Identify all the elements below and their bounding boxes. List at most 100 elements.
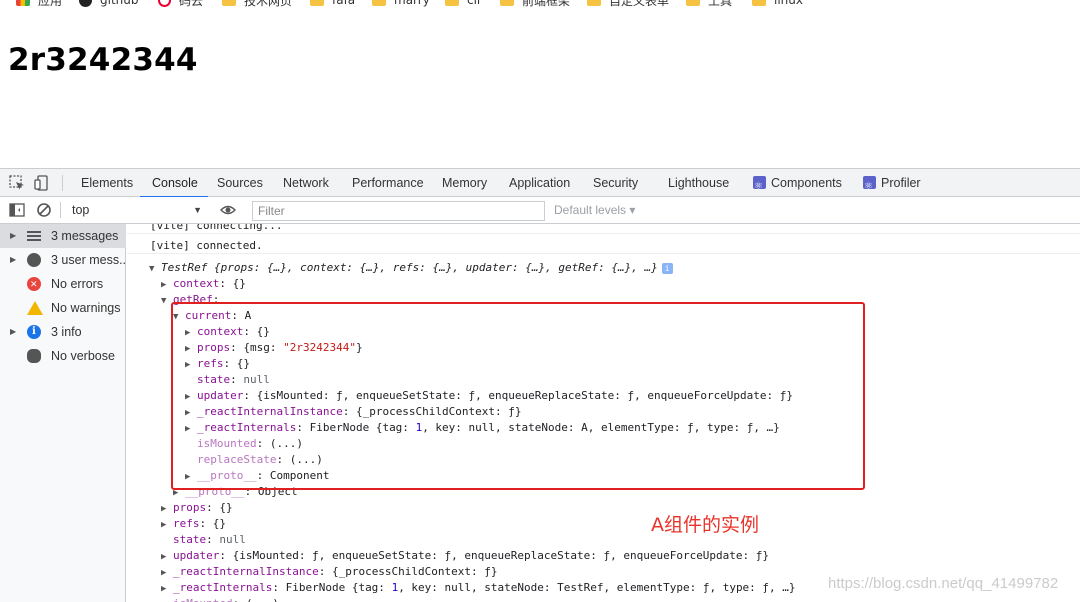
console-sidebar: ▶3 messages ▶3 user mess... No errors No… [0,224,126,602]
log-levels-select[interactable]: Default levels ▾ [554,197,635,224]
prop-getref-proto[interactable]: ▶ __proto__: Object [173,484,298,500]
user-icon [27,253,41,267]
bookmark-folder[interactable]: marry [372,0,430,8]
tab-performance[interactable]: Performance [352,169,424,197]
tab-components-label: Components [771,176,842,190]
prop-inner-react-internals[interactable]: ▶ _reactInternals: FiberNode {tag: 1, key… [185,420,780,436]
prop-inner-context[interactable]: ▶ context: {} [185,324,270,340]
tab-sources[interactable]: Sources [217,169,263,197]
folder-icon [222,0,236,6]
bookmark-folder[interactable]: 前端框架 [500,0,570,8]
prop-refs[interactable]: ▶ refs: {} [161,516,226,532]
object-preview: {props: {…}, context: {…}, refs: {…}, up… [213,261,658,274]
collapsed-arrow-icon: ▶ [185,424,191,434]
prop-inner-proto[interactable]: ▶ __proto__: Component [185,468,329,484]
github-icon [79,0,92,7]
watermark: https://blog.csdn.net/qq_41499782 [828,575,1059,592]
object-class-name: TestRef [161,261,208,274]
sidebar-item-errors[interactable]: No errors [0,272,126,296]
prop-context[interactable]: ▶ context: {} [161,276,246,292]
sidebar-toggle-icon[interactable] [9,202,25,218]
prop-inner-updater[interactable]: ▶ updater: {isMounted: ƒ, enqueueSetState… [185,388,793,404]
console-message: [vite] connected. [127,238,1080,254]
collapsed-arrow-icon: ▶ [185,472,191,482]
folder-icon [310,0,324,6]
collapsed-arrow-icon: ▶ [185,408,191,418]
tab-memory[interactable]: Memory [442,169,487,197]
info-icon [27,320,41,344]
console-toolbar: top ▼ Filter Default levels ▾ [0,197,1080,224]
react-icon [863,173,876,201]
page-title: 2r3242344 [8,42,198,78]
bookmark-folder[interactable]: cli [445,0,480,8]
collapsed-arrow-icon: ▶ [161,504,167,514]
clear-console-icon[interactable] [36,202,52,218]
tab-application[interactable]: Application [509,169,570,197]
bookmark-apps[interactable]: 应用 [16,0,62,8]
eye-icon[interactable] [220,202,236,218]
collapsed-arrow-icon: ▶ [185,392,191,402]
collapsed-arrow-icon: ▶ [173,488,179,498]
bookmark-github[interactable]: github [79,0,138,8]
console-filter-input[interactable]: Filter [252,201,545,221]
folder-icon [686,0,700,6]
inspect-element-icon[interactable] [9,175,25,191]
sidebar-item-info[interactable]: ▶3 info [0,320,126,344]
prop-inner-props[interactable]: ▶ props: {msg: "2r3242344"} [185,340,363,356]
bookmark-folder[interactable]: 技术网页 [222,0,292,8]
tab-elements[interactable]: Elements [81,169,133,197]
expanded-arrow-icon: ▼ [149,264,155,274]
info-badge-icon[interactable]: i [661,263,673,274]
expand-arrow-icon: ▶ [10,327,17,336]
react-icon [753,173,766,201]
context-select-value: top [72,203,90,217]
collapsed-arrow-icon: ▶ [161,280,167,290]
console-output: [vite] connecting... [vite] connected. ▼… [127,224,1080,602]
dropdown-arrow-icon: ▼ [193,205,202,215]
tab-console[interactable]: Console [140,169,208,198]
prop-inner-is-mounted[interactable]: isMounted: (...) [197,436,303,452]
prop-react-internal-instance[interactable]: ▶ _reactInternalInstance: {_processChildC… [161,564,498,580]
context-select[interactable]: top ▼ [66,201,206,220]
bookmarks-bar: 应用 github 码云 技术网页 fafa marry cli 前端框架 自定… [0,0,1080,8]
devtools-tabbar: Elements Console Sources Network Perform… [0,169,1080,201]
object-root[interactable]: ▼ TestRef {props: {…}, context: {…}, refs… [149,260,673,276]
prop-inner-refs[interactable]: ▶ refs: {} [185,356,250,372]
prop-is-mounted[interactable]: isMounted: (...) [173,596,279,602]
device-toolbar-icon[interactable] [34,175,50,191]
bookmark-folder[interactable]: linux [752,0,803,8]
tab-lighthouse[interactable]: Lighthouse [668,169,729,197]
collapsed-arrow-icon: ▶ [161,584,167,594]
prop-inner-react-internal-instance[interactable]: ▶ _reactInternalInstance: {_processChildC… [185,404,522,420]
prop-inner-replace-state[interactable]: replaceState: (...) [197,452,323,468]
sidebar-item-warnings[interactable]: No warnings [0,296,126,320]
prop-react-internals[interactable]: ▶ _reactInternals: FiberNode {tag: 1, key… [161,580,796,596]
sidebar-item-verbose[interactable]: No verbose [0,344,126,368]
prop-current[interactable]: ▼ current: A [173,308,251,324]
tab-components[interactable]: Components [753,169,842,201]
expanded-arrow-icon: ▼ [173,312,179,322]
console-message: [vite] connecting... [127,224,1080,234]
bug-icon [27,349,41,363]
tab-profiler[interactable]: Profiler [863,169,921,201]
tabbar-divider [62,175,63,191]
bookmark-folder[interactable]: 工具 [686,0,732,8]
sidebar-item-messages[interactable]: ▶ 3 messages [0,224,126,248]
expand-arrow-icon: ▶ [10,231,17,240]
folder-icon [445,0,459,6]
collapsed-arrow-icon: ▶ [161,552,167,562]
collapsed-arrow-icon: ▶ [185,360,191,370]
folder-icon [752,0,766,6]
collapsed-arrow-icon: ▶ [161,520,167,530]
bookmark-folder[interactable]: fafa [310,0,355,8]
sidebar-item-user-messages[interactable]: ▶ 3 user mess... [0,248,126,272]
bookmark-gitee[interactable]: 码云 [158,0,203,8]
prop-updater[interactable]: ▶ updater: {isMounted: ƒ, enqueueSetState… [161,548,769,564]
prop-props[interactable]: ▶ props: {} [161,500,233,516]
tab-network[interactable]: Network [283,169,329,197]
prop-getref[interactable]: ▼ getRef: [161,292,219,308]
gitee-icon [158,0,171,7]
tab-security[interactable]: Security [593,169,638,197]
bookmark-folder[interactable]: 自定义表单 [587,0,669,8]
error-icon [27,272,41,296]
